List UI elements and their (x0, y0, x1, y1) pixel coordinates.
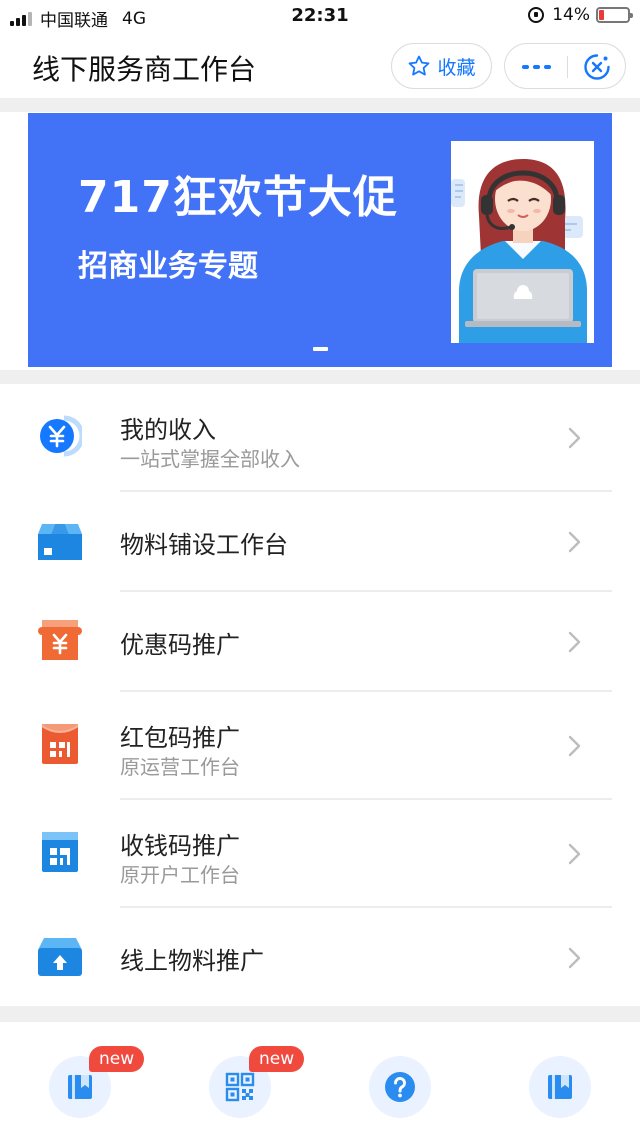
shortcut-grid: new new (0, 1022, 640, 1138)
status-bar: 中国联通 4G 22:31 14% (0, 0, 640, 34)
bookmark-book-icon (548, 1075, 572, 1099)
menu-item-title: 红包码推广 (120, 724, 240, 752)
banner-title: 717狂欢节大促 (78, 172, 398, 223)
help-icon (385, 1072, 415, 1102)
close-target-icon (584, 54, 610, 80)
box-icon (38, 524, 82, 560)
chevron-right-icon (568, 735, 581, 757)
shortcut-item[interactable] (320, 1022, 480, 1138)
promo-banner[interactable]: 717狂欢节大促 招商业务专题 (28, 113, 612, 367)
shortcut-icon-circle (529, 1056, 591, 1118)
menu-item-payment-code[interactable]: 收钱码推广 原开户工作台 (0, 800, 640, 906)
payment-code-icon (42, 832, 78, 872)
new-badge: new (249, 1046, 305, 1072)
menu-item-material-workbench[interactable]: 物料铺设工作台 (0, 492, 640, 590)
new-badge: new (89, 1046, 145, 1072)
coupon-ticket-icon (38, 620, 82, 660)
menu-item-title: 优惠码推广 (120, 631, 240, 659)
menu-item-title: 物料铺设工作台 (120, 531, 288, 559)
page-title: 线下服务商工作台 (32, 53, 257, 86)
battery-percent: 14% (552, 5, 590, 25)
star-icon (409, 55, 430, 76)
menu-item-title: 收钱码推广 (120, 832, 240, 860)
menu-item-title: 线上物料推广 (120, 947, 264, 975)
nav-bar: 线下服务商工作台 收藏 (0, 34, 640, 98)
more-dots-icon (521, 65, 529, 69)
favorite-button[interactable]: 收藏 (391, 43, 492, 89)
carousel-indicator[interactable] (313, 347, 328, 351)
menu-item-subtitle: 一站式掌握全部收入 (120, 447, 300, 471)
customer-service-illustration (451, 141, 594, 343)
shortcut-item[interactable]: new (160, 1022, 320, 1138)
chevron-right-icon (568, 947, 581, 969)
favorite-label: 收藏 (437, 56, 476, 79)
chevron-right-icon (568, 531, 581, 553)
rotation-lock-icon (528, 7, 545, 23)
menu-item-online-material[interactable]: 线上物料推广 (0, 908, 640, 1006)
shortcut-item[interactable] (480, 1022, 640, 1138)
chevron-right-icon (568, 843, 581, 865)
banner-section: 717狂欢节大促 招商业务专题 (0, 112, 640, 370)
more-button[interactable] (505, 44, 567, 90)
shortcut-icon-circle (369, 1056, 431, 1118)
qr-code-icon (225, 1072, 255, 1102)
menu-item-subtitle: 原运营工作台 (120, 755, 240, 779)
shortcut-item[interactable]: new (0, 1022, 160, 1138)
bookmark-book-icon (68, 1075, 92, 1099)
chevron-right-icon (568, 631, 581, 653)
menu-item-subtitle: 原开户工作台 (120, 863, 240, 887)
menu-item-red-packet-code[interactable]: 红包码推广 原运营工作台 (0, 692, 640, 798)
menu-item-coupon-code[interactable]: 优惠码推广 (0, 592, 640, 690)
red-packet-code-icon (41, 724, 79, 764)
menu-item-title: 我的收入 (120, 416, 216, 444)
close-mini-program-button[interactable] (568, 44, 626, 90)
battery-icon (596, 7, 633, 23)
yuan-coin-icon (40, 415, 82, 457)
menu-item-my-income[interactable]: 我的收入 一站式掌握全部收入 (0, 384, 640, 490)
upload-box-icon (38, 938, 82, 976)
banner-subtitle: 招商业务专题 (78, 249, 258, 284)
mini-program-capsule (504, 43, 626, 89)
chevron-right-icon (568, 427, 581, 449)
menu-list: 我的收入 一站式掌握全部收入 物料铺设工作台 优惠码推广 红包码推广 原运营工作… (0, 384, 640, 1006)
